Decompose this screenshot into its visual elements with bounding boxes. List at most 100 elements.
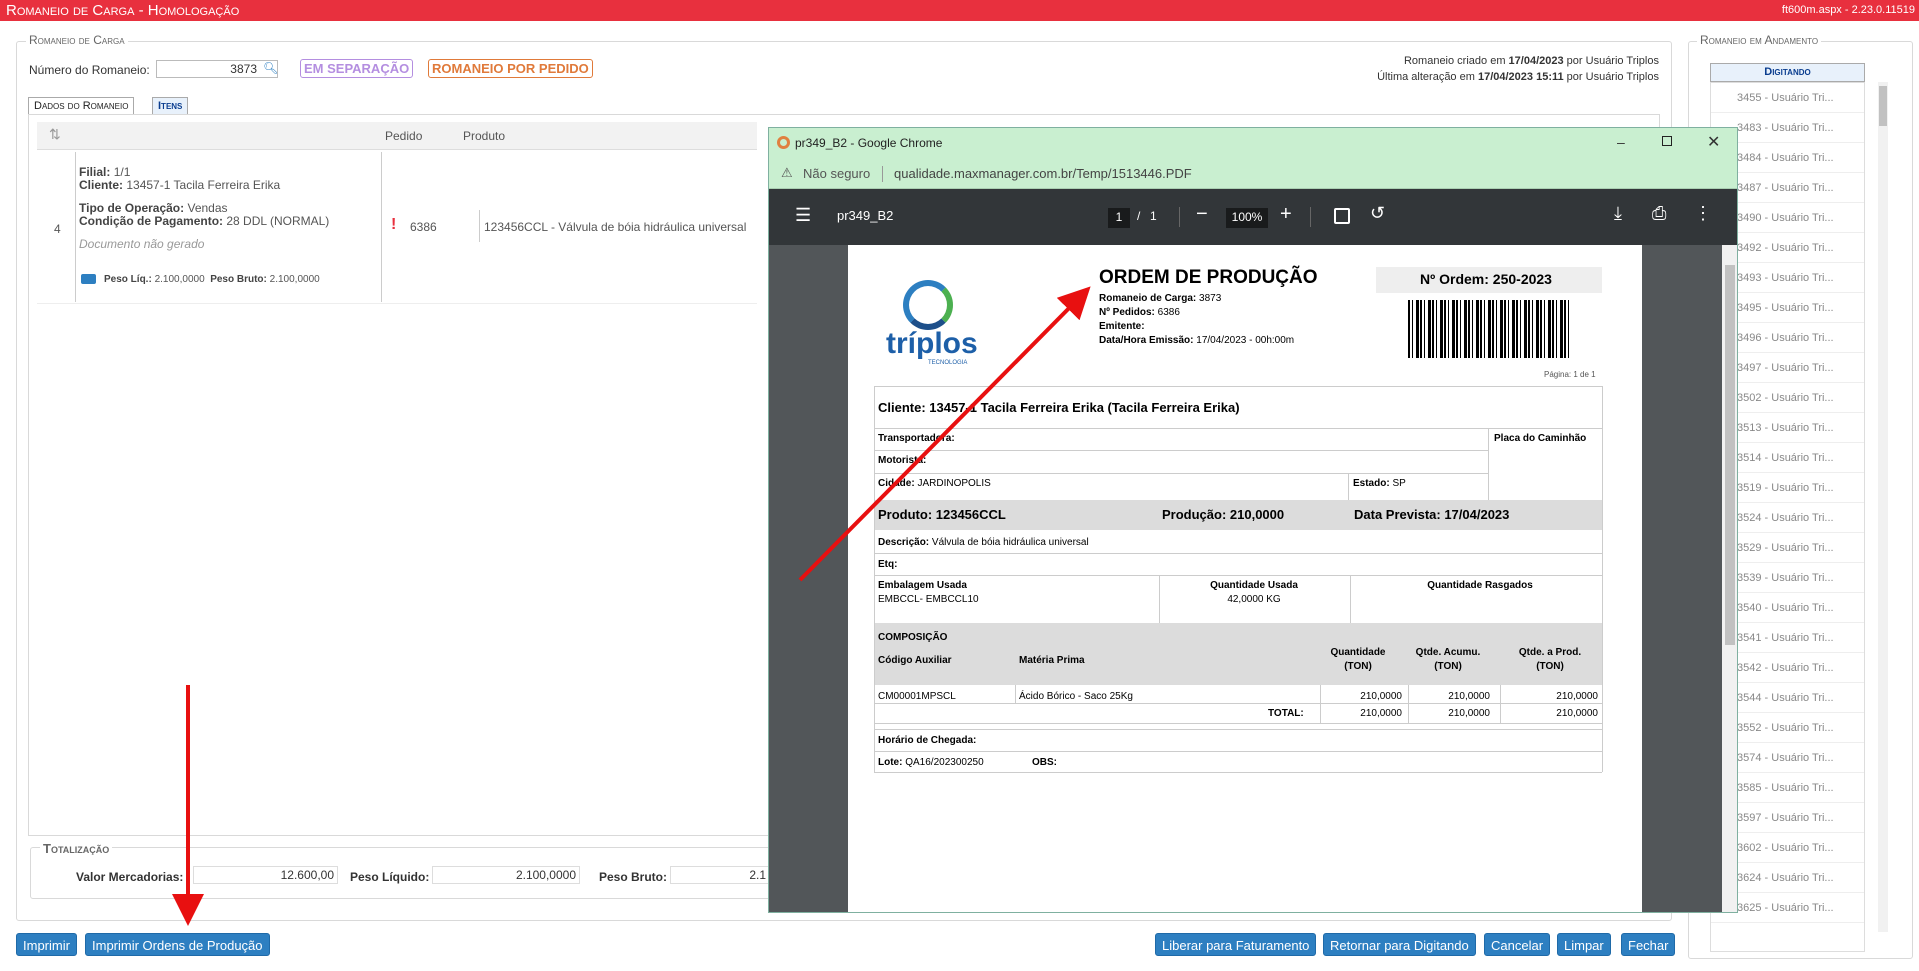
row-divider [381, 152, 382, 302]
pdf-rule [1602, 386, 1603, 772]
qtd-usada-label: Quantidade Usada [1210, 580, 1298, 591]
pdf-rule [874, 751, 1602, 752]
col-qtd: Quantidade [1330, 647, 1386, 658]
pdf-toolbar: ☰ pr349_B2 1 / 1 − 100% + ↺ ⤓ ⎙ ⋮ [769, 189, 1737, 245]
pdf-rule [874, 575, 1602, 576]
numero-label: Número do Romaneio: [29, 63, 150, 77]
peso-liquido-label: Peso Líquido: [350, 870, 430, 884]
comp-codigo: CM00001MPSCL [878, 691, 956, 702]
sort-icon[interactable]: ⇅ [49, 126, 61, 143]
motorista-line: Motorista: [878, 455, 927, 466]
pdf-rule [874, 553, 1602, 554]
table-row[interactable]: 4 Filial: 1/1 Cliente: 13457-1 Tacila Fe… [37, 152, 757, 304]
limpar-button[interactable]: Limpar [1557, 933, 1611, 956]
peso-bruto-label: Peso Bruto: [599, 870, 668, 884]
pdf-rule [874, 450, 1488, 451]
imprimir-button[interactable]: Imprimir [16, 933, 77, 956]
sidebar-scroll-thumb[interactable] [1879, 86, 1887, 126]
not-secure-label: Não seguro [803, 166, 871, 181]
embalagem-value: EMBCCL- EMBCCL10 [878, 594, 979, 605]
descricao-line: Descrição: Válvula de bóia hidráulica un… [878, 537, 1089, 548]
romaneio-legend: Romaneio de Carga [26, 33, 128, 47]
cancelar-button[interactable]: Cancelar [1484, 933, 1551, 956]
search-icon[interactable]: 🔍︎ [263, 61, 278, 75]
pdf-rule [1348, 473, 1349, 500]
download-icon[interactable]: ⤓ [1614, 203, 1622, 224]
tab-dados-romaneio[interactable]: Dados do Romaneio [28, 97, 135, 114]
pdf-rule [1015, 685, 1016, 703]
pdf-rule [874, 703, 1602, 704]
lote-line: Lote: QA16/202300250 [878, 757, 984, 768]
sidebar-tab-digitando[interactable]: Digitando [1710, 63, 1865, 82]
sidebar-legend: Romaneio em Andamento [1697, 33, 1822, 47]
total-label: TOTAL: [1268, 708, 1304, 719]
zoom-input[interactable]: 100% [1226, 208, 1268, 228]
embalagem-label: Embalagem Usada [878, 580, 967, 591]
total-qtd: 210,0000 [1360, 708, 1402, 719]
comp-materia: Ácido Bórico - Saco 25Kg [1019, 691, 1133, 702]
zoom-out-icon[interactable]: − [1196, 203, 1208, 226]
col-qtd-acum: Qtde. Acumu. [1415, 647, 1481, 658]
chrome-window[interactable]: pr349_B2 - Google Chrome – ✕ ⚠︎ Não segu… [768, 127, 1738, 913]
minimize-icon[interactable]: – [1617, 134, 1625, 150]
estado-line: Estado: SP [1353, 478, 1406, 489]
tab-itens[interactable]: Itens [152, 97, 189, 114]
maximize-icon[interactable] [1662, 136, 1672, 146]
app-header: Romaneio de Carga - Homologação ft600m.a… [0, 0, 1919, 21]
cliente-line: Cliente: 13457-1 Tacila Ferreira Erika (… [878, 400, 1240, 415]
numero-input[interactable]: 3873 [156, 60, 278, 78]
imprimir-ordens-button[interactable]: Imprimir Ordens de Produção [85, 933, 270, 956]
sidebar-scrollbar[interactable] [1878, 82, 1888, 932]
changed-info: Última alteração em 17/04/2023 15:11 por… [1377, 71, 1659, 83]
produto-line: Produto: 123456CCL [878, 507, 1006, 522]
cidade-line: Cidade: JARDINOPOLIS [878, 478, 991, 489]
horario-line: Horário de Chegada: [878, 735, 977, 746]
zoom-in-icon[interactable]: + [1280, 203, 1292, 226]
comp-acum: 210,0000 [1448, 691, 1490, 702]
menu-icon[interactable]: ☰ [795, 205, 811, 226]
more-icon[interactable]: ⋮ [1694, 203, 1712, 224]
chrome-titlebar[interactable]: pr349_B2 - Google Chrome – ✕ [769, 128, 1737, 158]
col-materia: Matéria Prima [1019, 655, 1085, 666]
composicao-title: COMPOSIÇÃO [878, 632, 948, 643]
fit-page-icon[interactable] [1334, 208, 1350, 224]
pdf-page: tríplos TECNOLOGIA ORDEM DE PRODUÇÃO Rom… [848, 245, 1642, 912]
retornar-digitando-button[interactable]: Retornar para Digitando [1323, 933, 1476, 956]
logo-swirl-icon [903, 280, 953, 330]
header-pedido[interactable]: Pedido [385, 129, 422, 143]
col-codigo: Código Auxiliar [878, 655, 952, 666]
total-prod: 210,0000 [1556, 708, 1598, 719]
liberar-faturamento-button[interactable]: Liberar para Faturamento [1155, 933, 1317, 956]
valor-label: Valor Mercadorias: [76, 870, 184, 884]
pagina-line: Página: 1 de 1 [1544, 370, 1596, 379]
producao-line: Produção: 210,0000 [1162, 507, 1285, 522]
sidebar-item[interactable]: 3455 - Usuário Tri... [1711, 83, 1864, 113]
pdf-rule [1488, 428, 1489, 500]
truck-icon [81, 274, 96, 284]
url-text[interactable]: qualidade.maxmanager.com.br/Temp/1513446… [894, 166, 1192, 181]
pdf-rule [1159, 575, 1160, 623]
col-qtd-unit: (TON) [1344, 661, 1372, 672]
page-sep: / [1137, 209, 1141, 223]
data-prevista-line: Data Prevista: 17/04/2023 [1354, 507, 1510, 522]
barcode [1408, 300, 1571, 358]
produto-value: 123456CCL - Válvula de bóia hidráulica u… [484, 220, 747, 234]
comp-qtd: 210,0000 [1360, 691, 1402, 702]
obs-line: OBS: [1032, 757, 1057, 768]
pdf-scrollbar[interactable] [1722, 245, 1737, 912]
page-current-input[interactable]: 1 [1108, 208, 1130, 228]
rotate-icon[interactable]: ↺ [1370, 203, 1385, 224]
alert-icon: ! [391, 216, 397, 233]
pdf-rule [1350, 575, 1351, 623]
pdf-rule [1320, 685, 1321, 723]
fechar-button[interactable]: Fechar [1621, 933, 1676, 956]
chrome-addressbar[interactable]: ⚠︎ Não seguro qualidade.maxmanager.com.b… [769, 158, 1737, 189]
app-version: ft600m.aspx - 2.23.0.11519 [1781, 4, 1915, 16]
pdf-scroll-thumb[interactable] [1725, 265, 1735, 645]
header-produto[interactable]: Produto [463, 129, 505, 143]
close-icon[interactable]: ✕ [1707, 132, 1720, 152]
pdf-rule [874, 729, 1602, 730]
logo-name: tríplos [886, 327, 978, 360]
print-icon[interactable]: ⎙ [1652, 203, 1666, 224]
qtd-rasgados-label: Quantidade Rasgados [1427, 580, 1533, 591]
